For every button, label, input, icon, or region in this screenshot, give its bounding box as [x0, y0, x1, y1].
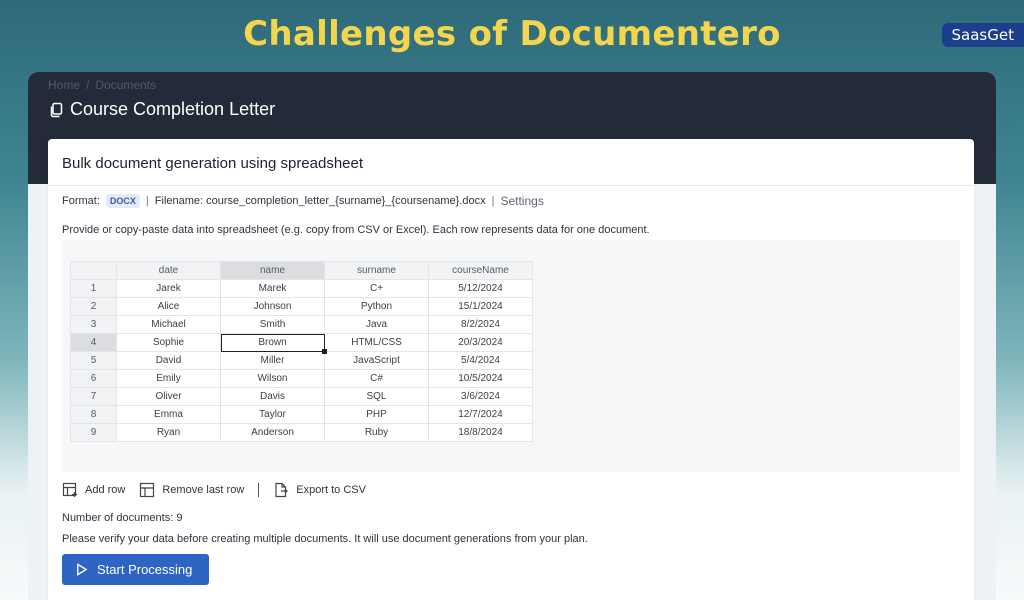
cell-coursename[interactable]: 15/1/2024	[428, 297, 533, 316]
remove-last-row-button[interactable]: Remove last row	[139, 482, 244, 498]
table-row: 8 Emma Taylor PHP 12/7/2024	[70, 405, 533, 424]
add-row-button[interactable]: Add row	[62, 482, 125, 498]
cell-name[interactable]: Marek	[220, 279, 325, 298]
row-header[interactable]: 2	[70, 297, 117, 316]
column-header-name[interactable]: name	[220, 261, 325, 280]
spreadsheet-actions: Add row Remove last row Export to CSV	[62, 482, 960, 498]
cell-surname[interactable]: Ruby	[324, 423, 429, 442]
cell-surname[interactable]: PHP	[324, 405, 429, 424]
cell-coursename[interactable]: 20/3/2024	[428, 333, 533, 352]
remove-row-icon	[140, 482, 155, 498]
table-row: 1 Jarek Marek C+ 5/12/2024	[70, 279, 533, 298]
row-header[interactable]: 9	[70, 423, 117, 442]
add-row-label: Add row	[85, 484, 126, 496]
play-icon	[77, 563, 88, 576]
banner-title: Challenges of Documentero	[243, 14, 781, 54]
start-processing-button[interactable]: Start Processing	[62, 554, 209, 585]
cell-date[interactable]: Jarek	[116, 279, 221, 298]
table-row: 6 Emily Wilson C# 10/5/2024	[70, 369, 533, 388]
document-count: Number of documents: 9	[62, 512, 183, 524]
cell-surname[interactable]: Java	[324, 315, 429, 334]
table-row: 7 Oliver Davis SQL 3/6/2024	[70, 387, 533, 406]
add-row-icon	[62, 482, 77, 497]
table-row: 4 Sophie Brown HTML/CSS 20/3/2024	[70, 333, 533, 355]
cell-coursename[interactable]: 8/2/2024	[428, 315, 533, 334]
row-header[interactable]: 6	[70, 369, 117, 388]
brand-logo: SaasGet	[941, 23, 1024, 47]
divider	[258, 483, 260, 497]
cell-date[interactable]: David	[116, 351, 221, 370]
table-row: 5 David Miller JavaScript 5/4/2024	[70, 351, 533, 370]
column-header-surname[interactable]: surname	[324, 261, 429, 280]
cell-name[interactable]: Brown	[220, 333, 328, 355]
divider: |	[491, 195, 495, 207]
cell-surname[interactable]: C+	[324, 279, 429, 298]
cell-date[interactable]: Michael	[116, 315, 221, 334]
breadcrumb: Home / Documents	[48, 78, 976, 92]
cell-name[interactable]: Anderson	[220, 423, 325, 442]
cell-date[interactable]: Oliver	[116, 387, 221, 406]
cell-date[interactable]: Alice	[116, 297, 221, 316]
corner-cell[interactable]	[70, 261, 117, 280]
cell-coursename[interactable]: 3/6/2024	[428, 387, 533, 406]
cell-name[interactable]: Wilson	[220, 369, 325, 388]
breadcrumb-separator: /	[86, 78, 90, 92]
breadcrumb-home[interactable]: Home	[48, 78, 80, 92]
settings-link[interactable]: Settings	[500, 194, 543, 208]
row-header[interactable]: 5	[70, 351, 117, 370]
row-header[interactable]: 3	[70, 315, 117, 334]
cell-surname[interactable]: SQL	[324, 387, 429, 406]
export-csv-button[interactable]: Export to CSV	[273, 482, 366, 498]
verify-warning: Please verify your data before creating …	[62, 533, 588, 545]
cell-coursename[interactable]: 10/5/2024	[428, 369, 533, 388]
row-header[interactable]: 8	[70, 405, 117, 424]
row-header[interactable]: 7	[70, 387, 117, 406]
table-row: 2 Alice Johnson Python 15/1/2024	[70, 297, 533, 316]
cell-date[interactable]: Ryan	[116, 423, 221, 442]
page-title-text: Course Completion Letter	[70, 99, 276, 119]
cell-coursename[interactable]: 5/12/2024	[428, 279, 533, 298]
remove-last-row-label: Remove last row	[162, 484, 245, 496]
format-badge: DOCX	[105, 194, 140, 208]
app-window: Home / Documents Course Completion Lette…	[28, 72, 996, 600]
copy-document-icon	[50, 102, 63, 117]
cell-coursename[interactable]: 18/8/2024	[428, 423, 533, 442]
breadcrumb-documents[interactable]: Documents	[95, 78, 156, 92]
cell-date[interactable]: Emma	[116, 405, 221, 424]
cell-date[interactable]: Emily	[116, 369, 221, 388]
filename-text: Filename: course_completion_letter_{surn…	[154, 195, 486, 207]
start-processing-label: Start Processing	[97, 562, 193, 577]
cell-coursename[interactable]: 5/4/2024	[428, 351, 533, 370]
card-title: Bulk document generation using spreadshe…	[48, 139, 974, 186]
row-header[interactable]: 1	[70, 279, 117, 298]
row-header[interactable]: 4	[70, 333, 117, 352]
format-row: Format: DOCX | Filename: course_completi…	[62, 194, 960, 208]
cell-surname[interactable]: JavaScript	[324, 351, 429, 370]
export-csv-label: Export to CSV	[296, 484, 366, 496]
export-file-icon	[275, 482, 289, 498]
bulk-generation-card: Bulk document generation using spreadshe…	[48, 139, 974, 600]
cell-name[interactable]: Taylor	[220, 405, 325, 424]
column-header-coursename[interactable]: courseName	[428, 261, 533, 280]
cell-name[interactable]: Johnson	[220, 297, 325, 316]
cell-surname[interactable]: HTML/CSS	[324, 333, 429, 352]
cell-surname[interactable]: C#	[324, 369, 429, 388]
column-header-date[interactable]: date	[116, 261, 221, 280]
spreadsheet-area: date name surname courseName 1 Jarek Marek…	[62, 240, 960, 472]
page-title: Course Completion Letter	[48, 99, 976, 120]
cell-surname[interactable]: Python	[324, 297, 429, 316]
spreadsheet-grid[interactable]: date name surname courseName 1 Jarek Marek…	[70, 261, 533, 442]
table-row: 3 Michael Smith Java 8/2/2024	[70, 315, 533, 334]
header-row: date name surname courseName	[70, 261, 533, 280]
spreadsheet-hint: Provide or copy-paste data into spreadsh…	[62, 224, 650, 236]
cell-name[interactable]: Smith	[220, 315, 325, 334]
cell-name[interactable]: Miller	[220, 351, 325, 370]
divider: |	[145, 195, 149, 207]
table-row: 9 Ryan Anderson Ruby 18/8/2024	[70, 423, 533, 442]
format-label: Format:	[62, 195, 100, 207]
cell-date[interactable]: Sophie	[116, 333, 221, 352]
cell-coursename[interactable]: 12/7/2024	[428, 405, 533, 424]
cell-name[interactable]: Davis	[220, 387, 325, 406]
